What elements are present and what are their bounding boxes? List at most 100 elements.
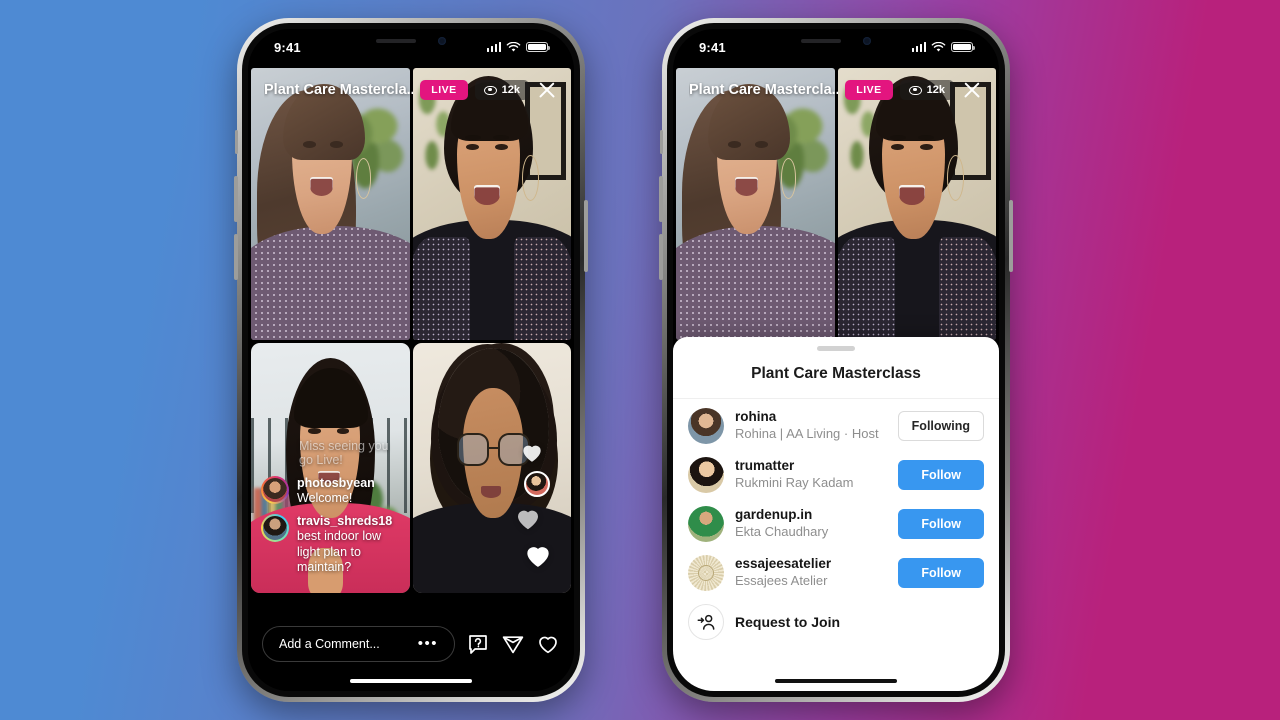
avatar[interactable]: [688, 408, 724, 444]
video-grid-row-bottom: Miss seeing you go Live! photosbyean Wel…: [251, 343, 571, 593]
comment-input[interactable]: Add a Comment... •••: [262, 626, 455, 662]
commenter-avatar-image: [263, 477, 287, 502]
list-item[interactable]: rohina Rohina | AA Living · Host Followi…: [673, 402, 999, 451]
comment-username[interactable]: photosbyean: [297, 476, 375, 491]
close-icon[interactable]: [961, 79, 983, 101]
question-chat-icon[interactable]: [466, 632, 490, 656]
left-phone-screen: Miss seeing you go Live! photosbyean Wel…: [248, 29, 574, 691]
participant-info: essajeesatelier Essajees Atelier: [735, 556, 887, 589]
participant-tile-1[interactable]: [251, 68, 410, 340]
faded-comment: Miss seeing you go Live!: [299, 438, 389, 467]
tile-3-eye-left: [308, 428, 321, 434]
paper-plane-icon[interactable]: [501, 632, 525, 656]
viewer-count-badge[interactable]: 12k: [474, 80, 529, 100]
follow-button[interactable]: Follow: [898, 509, 984, 539]
tile-2-brow-left: [889, 134, 906, 140]
participant-username[interactable]: trumatter: [735, 458, 887, 475]
eye-icon: [483, 85, 497, 95]
heart-sender-avatar: [524, 471, 550, 497]
volume-up-button[interactable]: [659, 176, 663, 222]
participant-fullname: Ekta Chaudhary: [735, 524, 829, 540]
follow-button[interactable]: Follow: [898, 558, 984, 588]
right-phone-device: 9:41 Plant Care Mastercla... LIVE 12k Pl…: [659, 18, 1013, 702]
commenter-avatar[interactable]: [261, 514, 289, 542]
power-button[interactable]: [584, 200, 588, 272]
live-header-bar: Plant Care Mastercla... LIVE 12k: [673, 79, 999, 101]
comment-username[interactable]: travis_shreds18: [297, 514, 394, 529]
tile-2-jacket-left: [412, 236, 470, 340]
avatar[interactable]: [688, 506, 724, 542]
comment-text: Welcome!: [297, 490, 353, 505]
tile-1-torso: [676, 225, 835, 340]
participant-username[interactable]: gardenup.in: [735, 507, 887, 524]
avatar[interactable]: [688, 457, 724, 493]
tile-1-eye-left: [303, 141, 316, 148]
participant-tile-4[interactable]: [412, 343, 571, 593]
person-add-icon: [688, 604, 724, 640]
avatar[interactable]: [688, 555, 724, 591]
status-bar-time: 9:41: [699, 39, 726, 55]
heart-icon: [519, 439, 545, 465]
device-notch: [337, 29, 485, 52]
comment-item[interactable]: photosbyean Welcome!: [261, 475, 394, 507]
commenter-avatar[interactable]: [261, 475, 289, 504]
participant-info: trumatter Rukmini Ray Kadam: [735, 458, 887, 491]
participant-fullname: Rohina | AA Living · Host: [735, 426, 879, 442]
home-indicator: [350, 678, 472, 683]
live-title: Plant Care Mastercla...: [689, 82, 839, 98]
list-item[interactable]: trumatter Rukmini Ray Kadam Follow: [673, 451, 999, 500]
power-button[interactable]: [1009, 200, 1013, 272]
participant-tile-2[interactable]: [412, 68, 571, 340]
viewer-count-badge[interactable]: 12k: [899, 80, 954, 100]
comment-body: photosbyean Welcome!: [297, 476, 375, 507]
viewer-count-value: 12k: [926, 84, 945, 96]
participant-username[interactable]: essajeesatelier: [735, 556, 887, 573]
wifi-icon: [931, 41, 946, 52]
tile-2-mouth: [899, 184, 925, 206]
list-item[interactable]: gardenup.in Ekta Chaudhary Follow: [673, 500, 999, 549]
participant-info: gardenup.in Ekta Chaudhary: [735, 507, 887, 540]
volume-down-button[interactable]: [659, 234, 663, 280]
follow-button[interactable]: Follow: [898, 460, 984, 490]
request-to-join-row[interactable]: Request to Join: [673, 598, 999, 647]
tile-1-mouth: [734, 176, 759, 196]
volume-up-button[interactable]: [234, 176, 238, 222]
tile-2-jacket-left: [837, 236, 895, 340]
tile-1-eye-left: [728, 141, 741, 148]
live-badge: LIVE: [420, 80, 468, 100]
heart-icon[interactable]: [536, 632, 560, 656]
live-badge: LIVE: [845, 80, 893, 100]
comment-input-placeholder: Add a Comment...: [279, 637, 380, 651]
participant-tile-2[interactable]: [837, 68, 996, 340]
close-icon[interactable]: [536, 79, 558, 101]
list-item[interactable]: essajeesatelier Essajees Atelier Follow: [673, 549, 999, 598]
tile-2-brow-left: [464, 134, 481, 140]
right-phone-bezel: 9:41 Plant Care Mastercla... LIVE 12k Pl…: [667, 23, 1005, 697]
comment-item[interactable]: travis_shreds18 best indoor low light pl…: [261, 514, 394, 575]
commenter-avatar-image: [263, 516, 287, 540]
request-to-join-label[interactable]: Request to Join: [735, 614, 840, 630]
device-notch: [762, 29, 910, 52]
silent-switch[interactable]: [235, 130, 238, 154]
participant-tile-3[interactable]: Miss seeing you go Live! photosbyean Wel…: [251, 343, 410, 593]
tile-2-brow-right: [918, 134, 935, 140]
video-grid-row-top: [676, 68, 996, 340]
following-button[interactable]: Following: [897, 411, 984, 441]
participant-tile-1[interactable]: [676, 68, 835, 340]
heart-icon: [513, 503, 543, 533]
tile-1-mouth: [309, 176, 334, 196]
silent-switch[interactable]: [660, 130, 663, 154]
status-bar-indicators: [486, 41, 550, 53]
battery-icon: [951, 41, 975, 53]
sheet-title: Plant Care Masterclass: [673, 351, 999, 399]
tile-4-mouth: [480, 485, 502, 498]
status-bar-indicators: [911, 41, 975, 53]
volume-down-button[interactable]: [234, 234, 238, 280]
participant-username[interactable]: rohina: [735, 409, 887, 426]
live-comments-overlay: Miss seeing you go Live! photosbyean Wel…: [261, 439, 394, 584]
earpiece-speaker: [801, 38, 841, 43]
tile-2-jacket-right: [513, 236, 571, 340]
heart-icon: [522, 539, 554, 571]
participants-list: rohina Rohina | AA Living · Host Followi…: [673, 399, 999, 692]
participants-sheet: Plant Care Masterclass rohina Rohina | A…: [673, 337, 999, 691]
